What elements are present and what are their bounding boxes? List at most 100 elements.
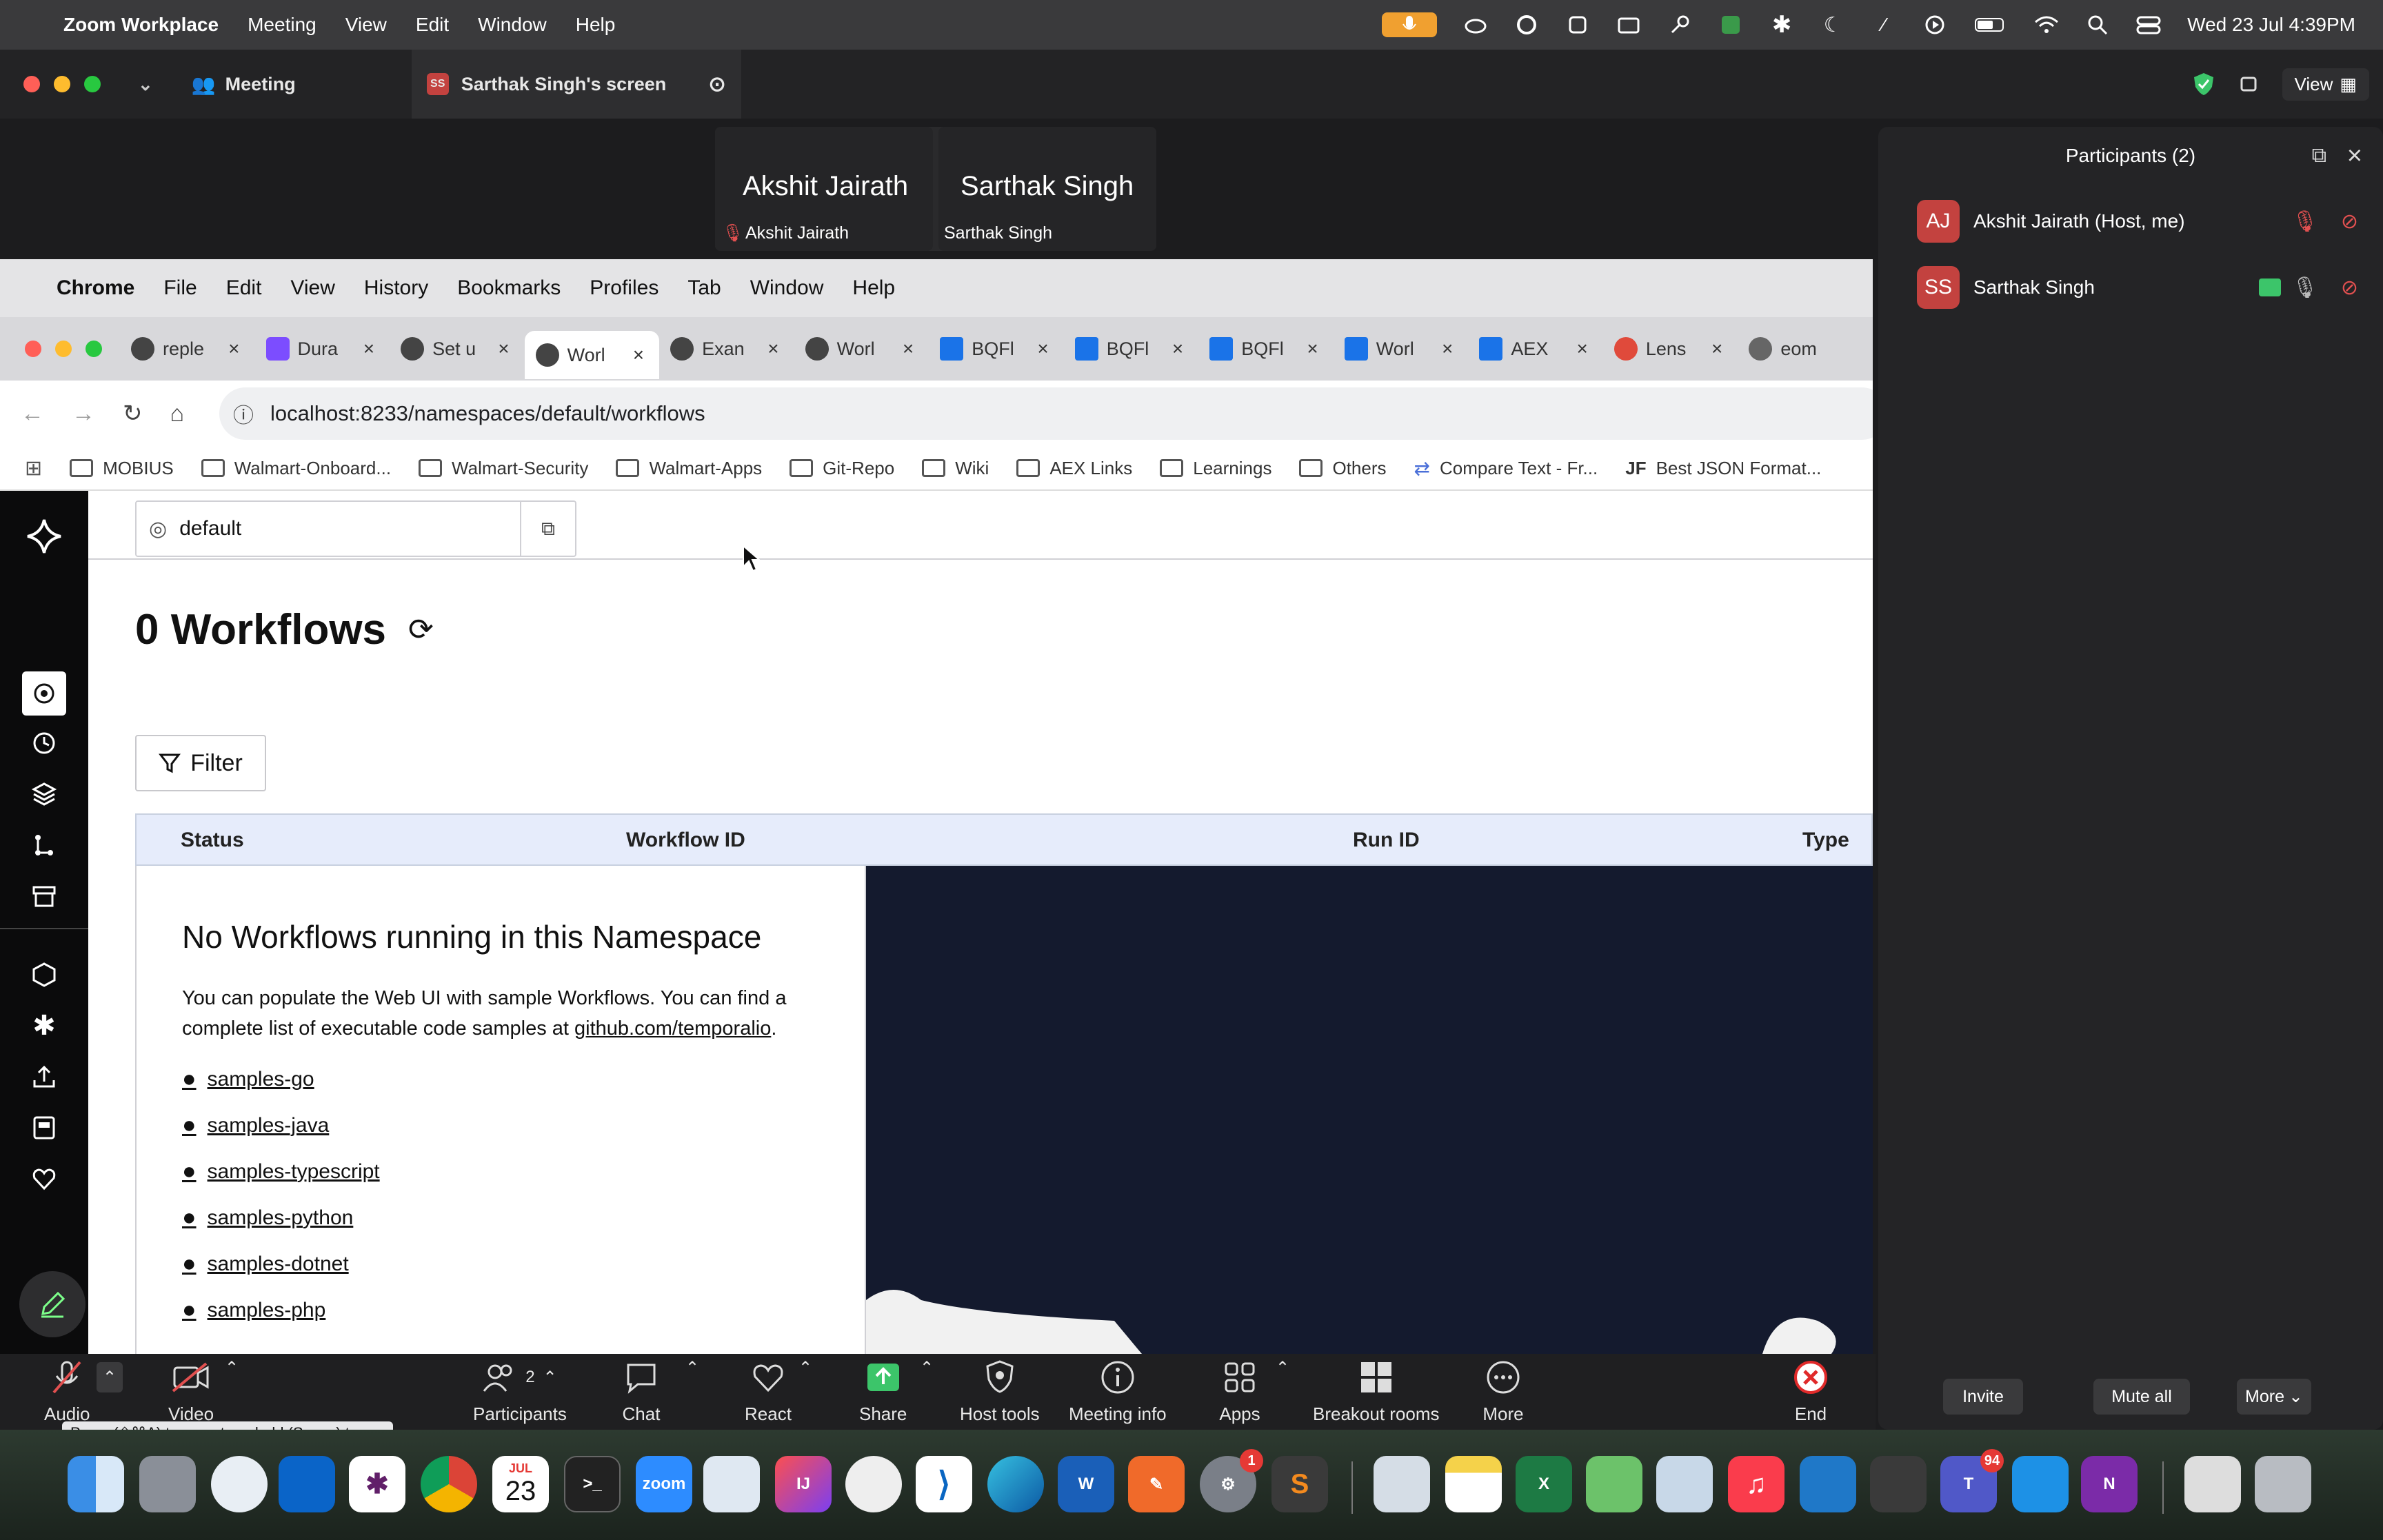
chrome-menu-tab[interactable]: Tab (687, 276, 721, 300)
home-icon[interactable]: ⌂ (170, 401, 185, 427)
chrome-minimize-button[interactable] (55, 341, 72, 357)
maps-icon[interactable] (1586, 1456, 1642, 1512)
samples-java-link[interactable]: ● samples-java (182, 1112, 329, 1139)
gear-status-icon[interactable] (1565, 12, 1590, 37)
bookmark-folder[interactable]: MOBIUS (70, 458, 174, 479)
browser-tab[interactable]: Lens × (1603, 328, 1738, 369)
video-tile-sarthak[interactable]: Sarthak Singh Sarthak Singh (938, 127, 1156, 251)
samples-go-link[interactable]: ● samples-go (182, 1066, 314, 1093)
video-button[interactable]: Video (168, 1358, 214, 1425)
more-options-icon[interactable]: ⊙ (709, 72, 726, 97)
chrome-icon[interactable] (421, 1456, 477, 1512)
browser-tab[interactable]: reple × (120, 328, 255, 369)
participants-button[interactable]: 2 ⌃ Participants (473, 1358, 567, 1425)
zoom-window-button[interactable] (84, 76, 101, 92)
mute-all-button[interactable]: Mute all (2093, 1379, 2190, 1415)
tab-close-icon[interactable]: × (1172, 338, 1183, 360)
menu-app-name[interactable]: Zoom Workplace (63, 14, 219, 36)
mic-status-icon[interactable] (1382, 12, 1438, 37)
bookmark-folder[interactable]: Others (1299, 458, 1387, 479)
browser-tab-active[interactable]: Worl × (524, 331, 660, 379)
back-arrow-icon[interactable]: ← (21, 401, 44, 427)
deployments-nav-icon[interactable] (22, 823, 66, 867)
docker-icon[interactable] (2012, 1456, 2069, 1512)
intellij-icon[interactable]: IJ (775, 1456, 832, 1512)
menu-view[interactable]: View (345, 14, 387, 36)
chrome-zoom-button[interactable] (86, 341, 102, 357)
bookmark-folder[interactable]: Wiki (922, 458, 989, 479)
tab-shared-screen[interactable]: SS Sarthak Singh's screen ⊙ (411, 50, 741, 119)
keychain-icon[interactable] (1656, 1456, 1713, 1512)
chrome-menu-history[interactable]: History (364, 276, 428, 300)
dbeaver-icon[interactable] (845, 1456, 902, 1512)
address-bar[interactable]: ⓘ localhost:8233/namespaces/default/work… (219, 387, 1873, 440)
tab-close-icon[interactable]: × (498, 338, 509, 360)
terminal-icon[interactable]: >_ (564, 1456, 621, 1512)
tab-close-icon[interactable]: × (633, 344, 644, 366)
upload-nav-icon[interactable] (22, 1055, 66, 1099)
wifi-icon[interactable] (2034, 12, 2059, 37)
host-tools-button[interactable]: Host tools (960, 1358, 1040, 1425)
spotlight-search-icon[interactable] (2085, 12, 2110, 37)
mic-icon[interactable]: 🎙 (2292, 276, 2318, 300)
dropdown-chevron-icon[interactable]: ⌄ (138, 50, 153, 119)
view-button[interactable]: View ▦ (2282, 68, 2369, 101)
shield-check-icon[interactable] (2193, 72, 2215, 97)
video-off-icon[interactable]: ⊘ (2341, 276, 2358, 300)
reload-icon[interactable]: ↻ (123, 400, 143, 427)
system-settings-icon[interactable]: ⚙ 1 (1200, 1449, 1263, 1512)
minimize-window-button[interactable] (54, 76, 70, 92)
key-icon[interactable] (1667, 12, 1692, 37)
vscode-icon[interactable]: ⟩ (916, 1456, 972, 1512)
browser-tab[interactable]: BQFl × (929, 328, 1064, 369)
chrome-menu-edit[interactable]: Edit (226, 276, 262, 300)
cloud-icon[interactable] (1463, 12, 1488, 37)
browser-tab[interactable]: eom (1738, 328, 1873, 369)
refresh-icon[interactable]: ⟳ (408, 612, 434, 647)
more-button[interactable]: More (1482, 1358, 1524, 1425)
play-icon[interactable] (1922, 12, 1947, 37)
filter-button[interactable]: Filter (135, 735, 266, 791)
popout-icon[interactable]: ⧉ (2312, 144, 2326, 168)
edit-pencil-icon[interactable] (19, 1271, 86, 1337)
remote-desktop-icon[interactable] (1800, 1456, 1856, 1512)
video-tile-akshit[interactable]: Akshit Jairath 🎙 Akshit Jairath (715, 127, 933, 251)
batch-nav-icon[interactable] (22, 772, 66, 816)
finder-icon[interactable] (68, 1456, 124, 1512)
column-workflow-id[interactable]: Workflow ID (626, 829, 745, 852)
react-options-chevron-icon[interactable]: ⌃ (798, 1358, 812, 1378)
trash-icon[interactable] (2255, 1456, 2311, 1512)
react-button[interactable]: React (745, 1358, 792, 1425)
browser-tab[interactable]: BQFl × (1064, 328, 1199, 369)
forward-arrow-icon[interactable]: → (72, 401, 95, 427)
namespace-selector[interactable]: ◎ default ⧉ (135, 500, 576, 557)
menu-edit[interactable]: Edit (416, 14, 449, 36)
participant-row[interactable]: AJ Akshit Jairath (Host, me) 🎙 ⊘ (1917, 199, 2358, 243)
tab-close-icon[interactable]: × (903, 338, 914, 360)
tab-close-icon[interactable]: × (363, 338, 374, 360)
menu-help[interactable]: Help (576, 14, 616, 36)
bookmark-folder[interactable]: Learnings (1160, 458, 1271, 479)
schedules-nav-icon[interactable] (22, 721, 66, 765)
battery-icon[interactable] (1973, 12, 2008, 37)
asterisk-status-icon[interactable]: ✱ (1769, 12, 1794, 38)
browser-tab[interactable]: Dura × (255, 328, 390, 369)
end-meeting-button[interactable]: End (1790, 1358, 1831, 1425)
tab-close-icon[interactable]: × (1307, 338, 1318, 360)
control-center-icon[interactable] (2136, 12, 2161, 37)
sublime-text-icon[interactable]: S (1271, 1456, 1328, 1512)
notes-icon[interactable] (1445, 1456, 1502, 1512)
samples-dotnet-link[interactable]: ● samples-dotnet (182, 1250, 349, 1277)
green-app-icon[interactable] (1718, 12, 1743, 37)
github-temporalio-link[interactable]: github.com/temporalio (574, 1017, 771, 1040)
samples-typescript-link[interactable]: ● samples-typescript (182, 1158, 380, 1185)
browser-tab[interactable]: Worl × (1334, 328, 1469, 369)
menu-meeting[interactable]: Meeting (248, 14, 316, 36)
downloads-folder-icon[interactable] (2184, 1456, 2241, 1512)
nexus-nav-icon[interactable]: ✱ (22, 1004, 66, 1048)
outlook-icon[interactable] (279, 1456, 335, 1512)
bookmark-folder[interactable]: Git-Repo (790, 458, 894, 479)
meeting-info-button[interactable]: Meeting info (1069, 1358, 1167, 1425)
chrome-menu-app[interactable]: Chrome (57, 276, 134, 300)
pen-icon[interactable]: ⁄ (1871, 12, 1896, 37)
